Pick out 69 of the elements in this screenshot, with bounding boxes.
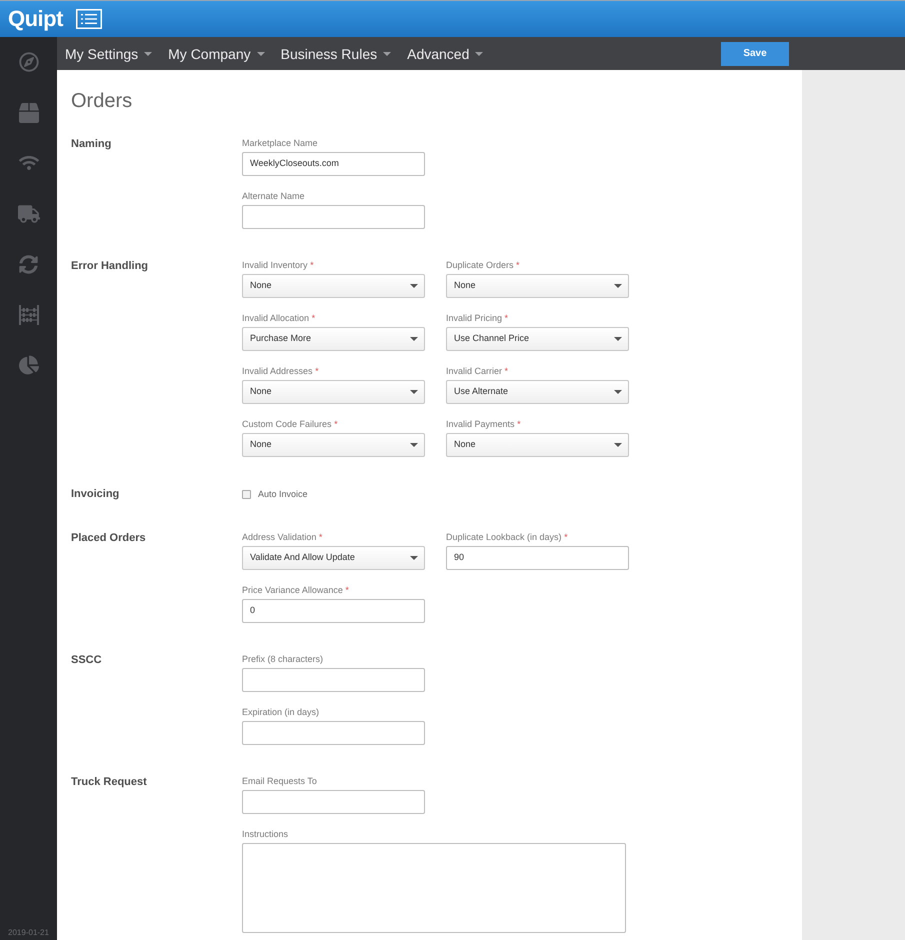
- list-icon[interactable]: [76, 9, 102, 29]
- sync-icon[interactable]: [19, 254, 38, 274]
- caret-icon: [383, 52, 392, 56]
- caret-icon: [475, 52, 484, 56]
- section-title: SSCC: [71, 653, 102, 667]
- abacus-icon[interactable]: [18, 304, 38, 325]
- section-title: Naming: [71, 137, 112, 151]
- truck-icon[interactable]: [18, 202, 40, 225]
- field-label: Duplicate Lookback (in days) *: [446, 531, 568, 543]
- text-field[interactable]: [242, 790, 425, 814]
- checkbox-label: Auto Invoice: [258, 488, 308, 500]
- select-field[interactable]: Validate And Allow Update: [242, 546, 425, 570]
- caret-icon: [410, 284, 418, 288]
- field-label: Address Validation *: [242, 531, 322, 543]
- package-icon[interactable]: [18, 102, 38, 123]
- field-label: Invalid Allocation *: [242, 312, 316, 324]
- text-field[interactable]: WeeklyCloseouts.com: [242, 152, 425, 176]
- checkbox[interactable]: [242, 490, 251, 498]
- text-field[interactable]: [242, 721, 425, 745]
- select-field[interactable]: Use Channel Price: [446, 327, 629, 351]
- logo[interactable]: Quipt: [8, 6, 63, 32]
- field-label: Invalid Inventory *: [242, 259, 314, 271]
- page-title: Orders: [71, 89, 132, 113]
- menu-button[interactable]: Business Rules: [280, 44, 392, 62]
- field-label: Alternate Name: [242, 190, 305, 202]
- pie-chart-icon[interactable]: [18, 355, 38, 376]
- section-title: Placed Orders: [71, 531, 146, 545]
- select-field[interactable]: None: [446, 274, 629, 298]
- field-label: Marketplace Name: [242, 137, 318, 149]
- text-field[interactable]: 0: [242, 599, 425, 623]
- section-title: Error Handling: [71, 259, 148, 273]
- text-field[interactable]: 90: [446, 546, 629, 570]
- caret-icon: [614, 390, 622, 394]
- section-title: Invoicing: [71, 487, 120, 501]
- caret-icon: [614, 443, 622, 447]
- select-field[interactable]: None: [242, 433, 425, 457]
- field-label: Custom Code Failures *: [242, 418, 338, 430]
- caret-icon: [410, 337, 418, 341]
- section-title: Truck Request: [71, 775, 147, 789]
- field-label: Invalid Pricing *: [446, 312, 508, 324]
- caret-icon: [410, 443, 418, 447]
- text-field[interactable]: [242, 668, 425, 692]
- field-label: Invalid Payments *: [446, 418, 521, 430]
- caret-icon: [614, 337, 622, 341]
- field-label: Instructions: [242, 828, 288, 840]
- caret-icon: [144, 52, 152, 56]
- compass-icon[interactable]: [18, 52, 38, 72]
- field-label: Invalid Addresses *: [242, 365, 319, 377]
- field-label: Invalid Carrier *: [446, 365, 508, 377]
- field-label: Duplicate Orders *: [446, 259, 520, 271]
- select-field[interactable]: None: [242, 380, 425, 404]
- menu-button[interactable]: My Settings: [65, 44, 152, 62]
- select-field[interactable]: Purchase More: [242, 327, 425, 351]
- text-field[interactable]: [242, 205, 425, 229]
- field-label: Email Requests To: [242, 775, 317, 787]
- menu-button[interactable]: My Company: [168, 44, 265, 62]
- select-field[interactable]: None: [446, 433, 629, 457]
- field-label: Price Variance Allowance *: [242, 584, 349, 596]
- textarea-field[interactable]: [242, 843, 626, 933]
- field-label: Expiration (in days): [242, 706, 320, 718]
- caret-icon: [614, 284, 622, 288]
- caret-icon: [410, 556, 418, 560]
- select-field[interactable]: Use Alternate: [446, 380, 629, 404]
- field-label: Prefix (8 characters): [242, 653, 324, 665]
- date-label: 2019-01-21: [8, 928, 49, 938]
- caret-icon: [256, 52, 265, 56]
- menu-button[interactable]: Advanced: [407, 44, 484, 62]
- caret-icon: [410, 390, 418, 394]
- select-field[interactable]: None: [242, 274, 425, 298]
